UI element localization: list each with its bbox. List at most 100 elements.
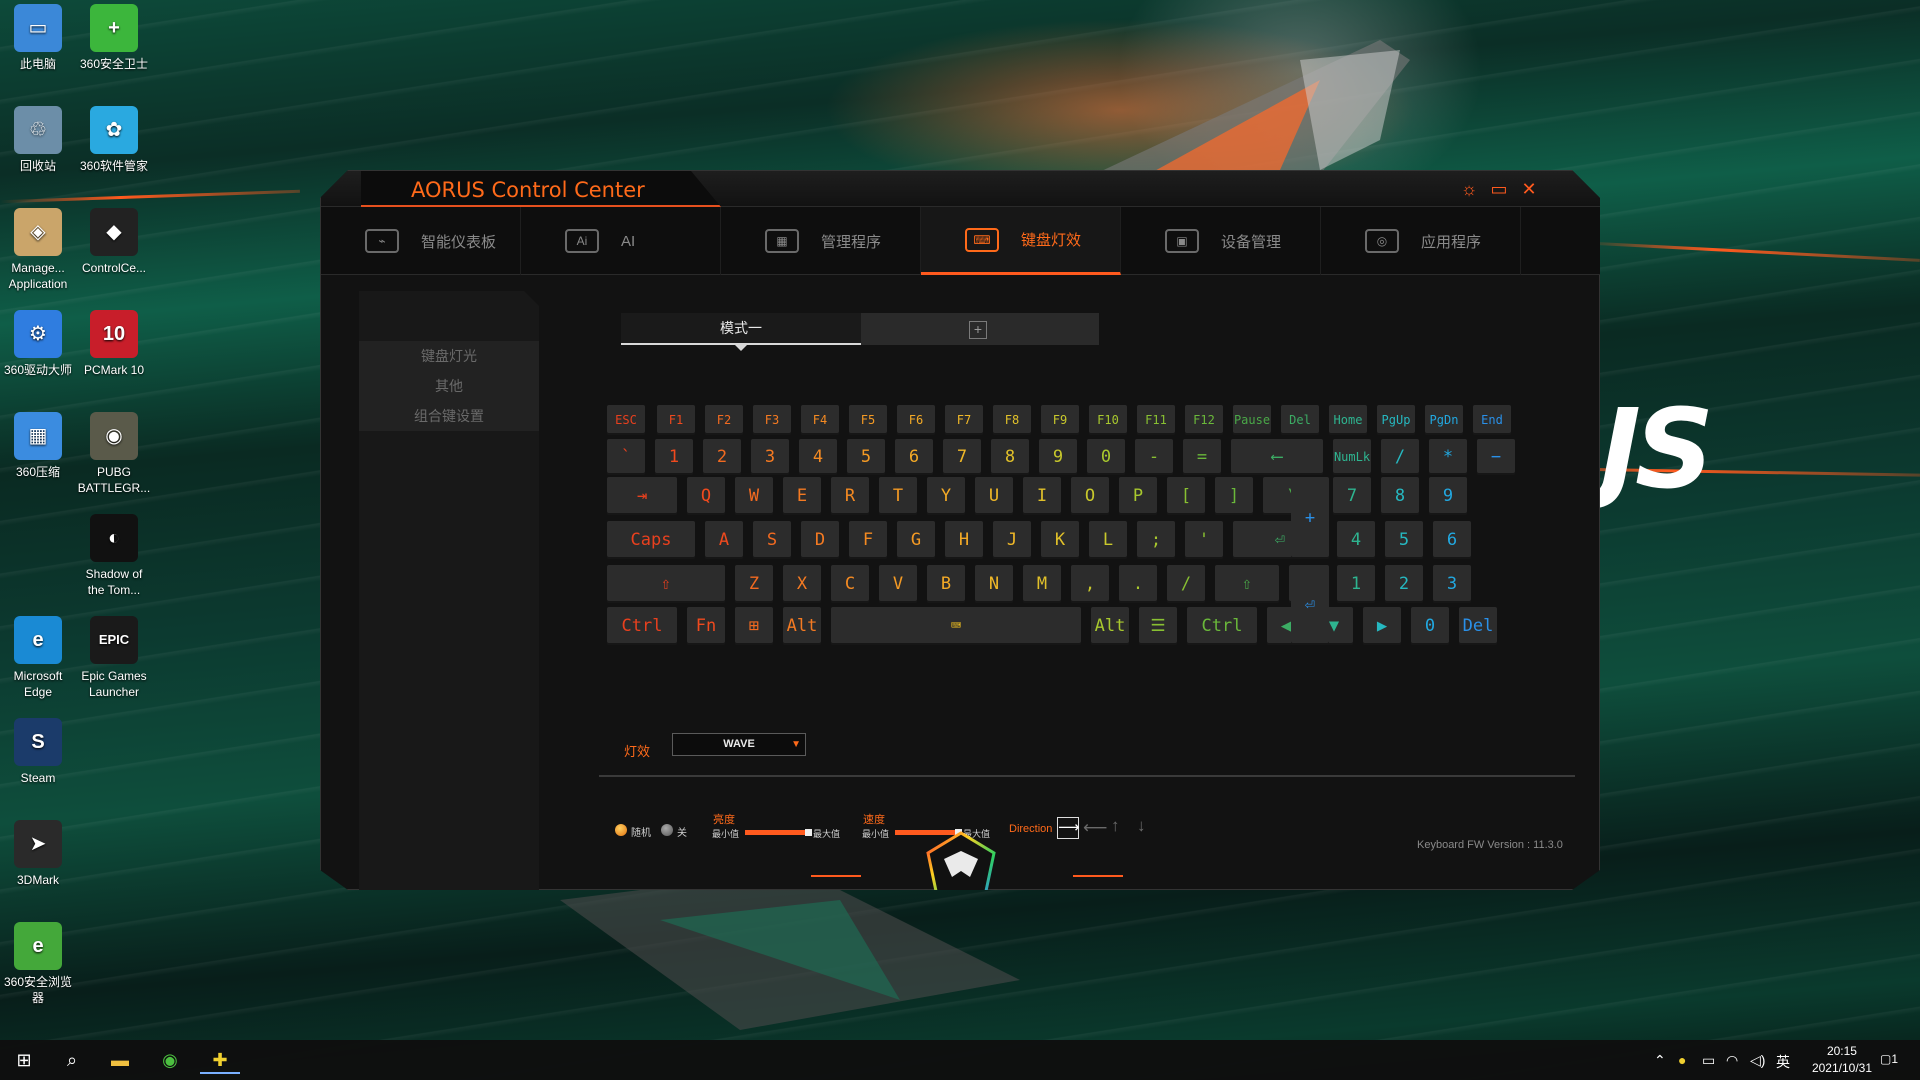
desktop-icon[interactable]: EPIC Epic Games Launcher: [76, 616, 152, 700]
tab-5[interactable]: ◎ 应用程序: [1321, 207, 1521, 275]
desktop-icon[interactable]: ◈ Manage... Application: [0, 208, 76, 292]
desktop-icon[interactable]: ✿ 360软件管家: [76, 106, 152, 174]
desktop-icon[interactable]: e Microsoft Edge: [0, 616, 76, 700]
keyboard-key[interactable]: O: [1071, 477, 1109, 515]
keyboard-key[interactable]: 5: [847, 439, 885, 475]
keyboard-key[interactable]: [: [1167, 477, 1205, 515]
desktop-icon[interactable]: ♲ 回收站: [0, 106, 76, 174]
keyboard-key[interactable]: F9: [1041, 405, 1079, 435]
direction-down-arrow-icon[interactable]: ↓: [1137, 816, 1146, 836]
keyboard-key[interactable]: ▶: [1363, 607, 1401, 645]
desktop-icon[interactable]: ◐ Shadow of the Tom...: [76, 514, 152, 598]
random-radio[interactable]: [615, 824, 627, 836]
keyboard-key[interactable]: ⊞: [735, 607, 773, 645]
keyboard-key[interactable]: ⇧: [1215, 565, 1279, 603]
keyboard-key[interactable]: 8: [991, 439, 1029, 475]
sidebar-item-other[interactable]: 其他: [359, 371, 539, 401]
keyboard-key[interactable]: N: [975, 565, 1013, 603]
keyboard-key[interactable]: NumLk: [1333, 439, 1371, 475]
off-radio[interactable]: [661, 824, 673, 836]
keyboard-key[interactable]: Y: [927, 477, 965, 515]
360-tray-icon[interactable]: ●: [1678, 1052, 1686, 1068]
keyboard-key[interactable]: Alt: [783, 607, 821, 645]
keyboard-key[interactable]: F12: [1185, 405, 1223, 435]
show-hidden-icons-chevron-icon[interactable]: ⌃: [1654, 1052, 1666, 1069]
keyboard-key[interactable]: +: [1291, 477, 1329, 559]
tab-1[interactable]: Ai AI: [521, 207, 721, 275]
input-method-indicator[interactable]: 英: [1776, 1052, 1790, 1072]
sidebar-item-hotkey-settings[interactable]: 组合键设置: [359, 401, 539, 431]
keyboard-key[interactable]: F3: [753, 405, 791, 435]
desktop-icon[interactable]: ◉ PUBG BATTLEGR...: [76, 412, 152, 496]
tab-4[interactable]: ▣ 设备管理: [1121, 207, 1321, 275]
keyboard-key[interactable]: ⟵: [1231, 439, 1323, 475]
keyboard-key[interactable]: *: [1429, 439, 1467, 475]
brightness-slider[interactable]: [745, 830, 809, 835]
keyboard-key[interactable]: Del: [1281, 405, 1319, 435]
keyboard-key[interactable]: 1: [1337, 565, 1375, 603]
keyboard-key[interactable]: ]: [1215, 477, 1253, 515]
keyboard-key[interactable]: Del: [1459, 607, 1497, 645]
keyboard-key[interactable]: V: [879, 565, 917, 603]
keyboard-key[interactable]: L: [1089, 521, 1127, 559]
keyboard-key[interactable]: -: [1135, 439, 1173, 475]
keyboard-key[interactable]: 0: [1411, 607, 1449, 645]
battery-icon[interactable]: ▭: [1702, 1052, 1715, 1069]
keyboard-key[interactable]: S: [753, 521, 791, 559]
keyboard-key[interactable]: Q: [687, 477, 725, 515]
keyboard-key[interactable]: PgDn: [1425, 405, 1463, 435]
desktop-icon[interactable]: 10 PCMark 10: [76, 310, 152, 378]
keyboard-key[interactable]: U: [975, 477, 1013, 515]
desktop-icon[interactable]: ➤ 3DMark: [0, 820, 76, 888]
keyboard-key[interactable]: Z: [735, 565, 773, 603]
keyboard-key[interactable]: F10: [1089, 405, 1127, 435]
keyboard-key[interactable]: E: [783, 477, 821, 515]
keyboard-key[interactable]: 3: [751, 439, 789, 475]
keyboard-key[interactable]: H: [945, 521, 983, 559]
add-mode-button[interactable]: +: [969, 321, 987, 339]
keyboard-key[interactable]: 7: [943, 439, 981, 475]
keyboard-key[interactable]: 3: [1433, 565, 1471, 603]
keyboard-key[interactable]: 9: [1429, 477, 1467, 515]
keyboard-key[interactable]: A: [705, 521, 743, 559]
clock[interactable]: 20:15 2021/10/31: [1812, 1043, 1872, 1077]
keyboard-key[interactable]: `: [607, 439, 645, 475]
keyboard-key[interactable]: ESC: [607, 405, 645, 435]
keyboard-key[interactable]: W: [735, 477, 773, 515]
keyboard-key[interactable]: 9: [1039, 439, 1077, 475]
volume-icon[interactable]: ◁): [1750, 1052, 1765, 1069]
keyboard-key[interactable]: I: [1023, 477, 1061, 515]
desktop-icon[interactable]: ▭ 此电脑: [0, 4, 76, 72]
keyboard-key[interactable]: 4: [799, 439, 837, 475]
keyboard-key[interactable]: ,: [1071, 565, 1109, 603]
keyboard-key[interactable]: Ctrl: [1187, 607, 1257, 645]
tab-0[interactable]: ⌁ 智能仪表板: [321, 207, 521, 275]
keyboard-key[interactable]: Fn: [687, 607, 725, 645]
direction-left-arrow-icon[interactable]: ⟵: [1083, 818, 1107, 838]
keyboard-key[interactable]: R: [831, 477, 869, 515]
keyboard-key[interactable]: 8: [1381, 477, 1419, 515]
tab-mode-one[interactable]: 模式一: [621, 313, 861, 345]
keyboard-key[interactable]: F7: [945, 405, 983, 435]
keyboard-key[interactable]: F11: [1137, 405, 1175, 435]
keyboard-key[interactable]: 2: [1385, 565, 1423, 603]
desktop-icon[interactable]: S Steam: [0, 718, 76, 786]
keyboard-key[interactable]: ': [1185, 521, 1223, 559]
keyboard-key[interactable]: F8: [993, 405, 1031, 435]
keyboard-key[interactable]: K: [1041, 521, 1079, 559]
keyboard-key[interactable]: Home: [1329, 405, 1367, 435]
maximize-button[interactable]: ▭: [1487, 177, 1511, 201]
keyboard-key[interactable]: F: [849, 521, 887, 559]
keyboard-key[interactable]: 5: [1385, 521, 1423, 559]
keyboard-key[interactable]: ⏎: [1291, 565, 1329, 645]
keyboard-key[interactable]: Caps: [607, 521, 695, 559]
keyboard-key[interactable]: ⇥: [607, 477, 677, 515]
keyboard-key[interactable]: Alt: [1091, 607, 1129, 645]
keyboard-key[interactable]: 6: [1433, 521, 1471, 559]
keyboard-key[interactable]: 1: [655, 439, 693, 475]
keyboard-key[interactable]: F5: [849, 405, 887, 435]
keyboard-key[interactable]: Pause: [1233, 405, 1271, 435]
keyboard-key[interactable]: ☰: [1139, 607, 1177, 645]
keyboard-key[interactable]: ⌨: [831, 607, 1081, 645]
notification-icon[interactable]: ▢1: [1880, 1052, 1898, 1066]
